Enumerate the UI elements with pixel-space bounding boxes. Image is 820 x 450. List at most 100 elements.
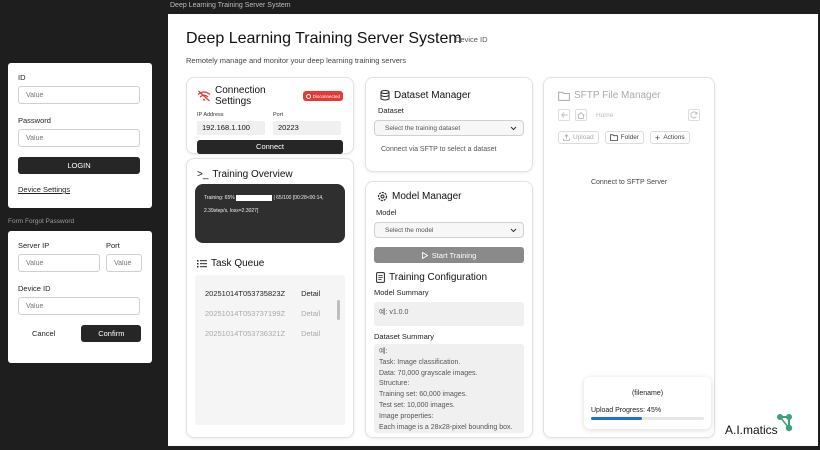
ip-address-label: IP Address	[197, 112, 224, 118]
task-detail-link[interactable]: Detail	[301, 309, 320, 318]
start-training-label: Start Training	[431, 250, 477, 260]
training-overview-title: Training Overview	[212, 169, 293, 180]
model-manager-title: Model Manager	[392, 191, 462, 202]
connect-button[interactable]: Connect	[197, 140, 343, 154]
brand-logo: A.I.matics	[725, 411, 796, 437]
sftp-empty-state: Connect to SFTP Server	[590, 179, 668, 186]
refresh-icon[interactable]	[688, 109, 700, 121]
folder-icon	[609, 134, 618, 141]
dataset-summary-line: Training set: 60,000 images.	[379, 391, 468, 399]
status-badge-text: Disconnected	[312, 93, 340, 99]
upload-filename: (filename)	[631, 390, 664, 397]
task-queue-title: Task Queue	[211, 258, 265, 269]
page-title: Deep Learning Training Server System	[186, 30, 462, 47]
confirm-button[interactable]: Confirm	[81, 325, 142, 342]
dataset-select[interactable]: Select the training dataset	[374, 120, 524, 136]
dataset-summary-line: Task: Image classification.	[379, 358, 461, 366]
training-log-line2: 2.39step/s, loss=2.3027]	[204, 208, 259, 214]
model-select[interactable]: Select the model	[374, 222, 524, 238]
brand-logo-text: A.I.matics	[725, 423, 778, 437]
task-detail-link[interactable]: Detail	[301, 289, 320, 298]
terminal-icon: >_	[197, 169, 209, 180]
upload-progress-track	[591, 417, 704, 420]
login-button[interactable]: LOGIN	[18, 157, 140, 174]
chevron-down-icon	[510, 228, 517, 233]
task-row[interactable]: 20251014T053736321Z Detail	[205, 323, 335, 343]
training-log-prefix: Training: 65%	[204, 195, 235, 201]
connection-settings-card: Connection Settings Disconnected IP Addr…	[186, 77, 354, 154]
ip-address-field[interactable]: 192.168.1.100	[197, 121, 265, 135]
folder-icon	[558, 91, 570, 101]
breadcrumb-home[interactable]: Home	[596, 112, 683, 119]
task-queue-scrollbar[interactable]	[337, 300, 340, 320]
login-panel: ID Password LOGIN Device Settings	[8, 63, 152, 208]
dataset-manager-card: Dataset Manager Dataset Select the train…	[365, 77, 533, 172]
list-icon	[197, 259, 207, 268]
dataset-summary-line: Data: 70,000 grayscale images.	[379, 369, 478, 377]
play-icon	[421, 251, 428, 259]
upload-progress-fill	[591, 417, 642, 420]
upload-button-label: Upload	[573, 134, 594, 141]
training-log: Training: 65% | 65/100 [00:28<00:14, 2.3…	[195, 184, 345, 243]
molecule-icon	[774, 411, 796, 433]
actions-button[interactable]: + Actions	[650, 131, 690, 144]
dataset-summary-box: 예: Task: Image classification. Data: 70,…	[374, 344, 524, 433]
training-log-suffix: | 65/100 [00:28<00:14,	[273, 195, 324, 201]
model-summary-value: 예: v1.0.0	[379, 309, 409, 316]
plus-icon: +	[655, 132, 661, 143]
task-id: 20251014T053736321Z	[205, 328, 286, 338]
database-icon	[380, 90, 390, 101]
gear-icon	[377, 191, 388, 202]
device-settings-link[interactable]: Device Settings	[18, 185, 142, 194]
arrow-left-icon[interactable]	[558, 109, 570, 121]
port-input[interactable]	[106, 254, 142, 272]
dataset-summary-line: Each image is a 28x28-pixel bounding box…	[379, 423, 513, 431]
main-window: Deep Learning Training Server System Dev…	[168, 14, 818, 446]
forgot-form-label: Form Forgot Password	[8, 218, 75, 225]
folder-button[interactable]: Folder	[604, 131, 645, 144]
dataset-label: Dataset	[378, 106, 404, 115]
server-ip-label: Server IP	[18, 241, 50, 250]
dataset-summary-line: Image properties:	[379, 412, 434, 420]
cancel-button[interactable]: Cancel	[18, 329, 69, 338]
window-title: Deep Learning Training Server System	[170, 2, 291, 9]
upload-progress-toast: (filename) Upload Progress: 45%	[584, 377, 711, 429]
dataset-summary-line: Structure:	[379, 380, 410, 388]
task-row[interactable]: 20251014T053737199Z Detail	[205, 303, 335, 323]
model-label: Model	[376, 208, 397, 217]
port-label: Port	[273, 112, 284, 118]
task-row[interactable]: 20251014T053735823Z Detail	[205, 283, 335, 303]
upload-progress-label: Upload Progress:	[591, 407, 646, 414]
port-field[interactable]: 20223	[273, 121, 341, 135]
server-ip-input[interactable]	[18, 254, 100, 272]
alert-icon	[305, 93, 311, 99]
training-overview-card: >_ Training Overview Training: 65% | 65/…	[186, 158, 354, 438]
start-training-button[interactable]: Start Training	[374, 247, 524, 263]
task-id: 20251014T053737199Z	[205, 308, 286, 318]
document-icon	[376, 272, 385, 283]
chevron-down-icon	[510, 126, 517, 131]
task-queue-list: 20251014T053735823Z Detail 20251014T0537…	[195, 275, 345, 425]
page-subtitle: Remotely manage and monitor your deep le…	[186, 56, 407, 65]
home-icon[interactable]	[575, 109, 587, 121]
upload-progress-percent: 45%	[647, 407, 662, 414]
sftp-title: SFTP File Manager	[574, 90, 661, 101]
model-summary-box: 예: v1.0.0	[374, 302, 524, 326]
model-manager-card: Model Manager Model Select the model Sta…	[365, 181, 533, 438]
device-id-input[interactable]	[18, 297, 140, 315]
dataset-hint: Connect via SFTP to select a dataset	[381, 146, 497, 153]
device-id-text: Device ID	[455, 35, 488, 44]
dataset-summary-line: 예:	[379, 348, 388, 355]
id-label: ID	[18, 73, 26, 82]
model-select-value: Select the model	[385, 226, 434, 234]
server-form-panel: Server IP Port Device ID Cancel Confirm	[8, 231, 152, 363]
connection-title: Connection Settings	[215, 85, 266, 107]
training-progress-bar	[236, 194, 273, 201]
password-input[interactable]	[18, 129, 140, 147]
password-label: Password	[18, 116, 51, 125]
port-label: Port	[106, 241, 120, 250]
id-input[interactable]	[18, 86, 140, 104]
upload-button[interactable]: Upload	[558, 131, 599, 144]
task-detail-link[interactable]: Detail	[301, 329, 320, 338]
wifi-off-icon	[197, 90, 211, 102]
